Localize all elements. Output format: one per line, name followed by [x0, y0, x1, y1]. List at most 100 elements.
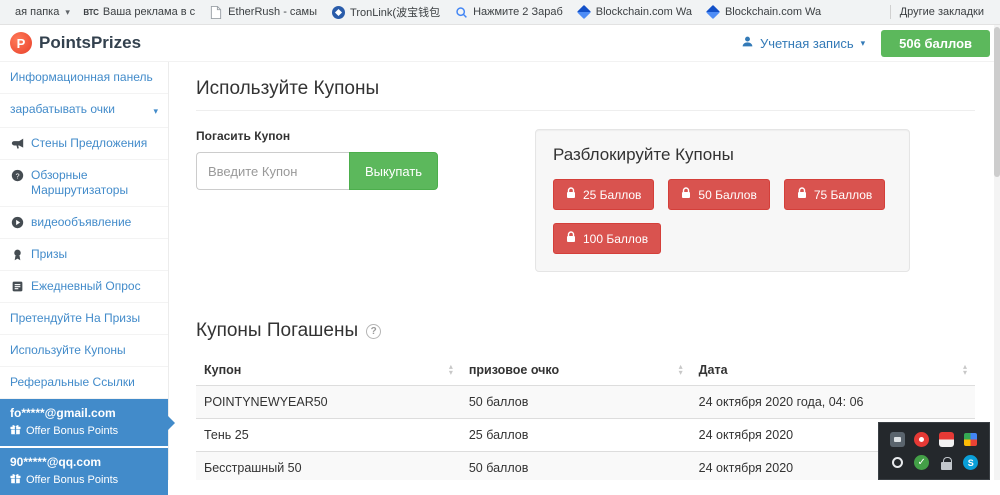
points-balance-badge[interactable]: 506 баллов: [881, 30, 990, 57]
help-icon[interactable]: ?: [366, 324, 381, 339]
bookmark-item[interactable]: Blockchain.com Wa: [699, 3, 828, 21]
sidebar-item-label: Обзорные Маршрутизаторы: [31, 168, 158, 198]
megaphone-icon: [10, 137, 24, 150]
redeem-button[interactable]: Выкупать: [349, 152, 438, 190]
checklist-icon: [10, 280, 24, 293]
tray-lock-icon[interactable]: [939, 455, 954, 470]
main-content: Используйте Купоны Погасить Купон Выкупа…: [169, 62, 1000, 480]
blockchain-icon: [706, 5, 720, 19]
other-bookmarks-button[interactable]: Другие закладки: [877, 3, 992, 21]
divider: [196, 110, 975, 111]
bookmarks-bar: ая папка ▾ BTC Ваша реклама в с EtherRus…: [0, 0, 1000, 25]
tray-app-window-icon[interactable]: [890, 432, 905, 447]
table-header-date[interactable]: Дата: [691, 355, 975, 386]
table-row: Бесстрашный 50 50 баллов 24 октября 2020: [196, 452, 975, 481]
bookmark-item[interactable]: TronLink(波宝钱包: [324, 2, 447, 22]
tronlink-icon: [331, 5, 345, 19]
system-tray-popup: ✓ S: [878, 422, 990, 480]
search-icon: [454, 5, 468, 19]
bookmark-label: Blockchain.com Wa: [596, 6, 692, 18]
chevron-down-icon: ▾: [861, 38, 866, 49]
bookmark-item[interactable]: BTC Ваша реклама в с: [77, 3, 202, 21]
unlock-50-button[interactable]: 50 Баллов: [668, 179, 769, 210]
cell-date: 24 октября 2020 года, 04: 06: [691, 386, 975, 419]
scrollbar-thumb[interactable]: [994, 27, 1000, 177]
sidebar-item-earn-points[interactable]: зарабатывать очки ▾: [0, 94, 168, 128]
bonus-account-qq[interactable]: 90*****@qq.com Offer Bonus Points: [0, 448, 168, 495]
header-right: Учетная запись ▾ 506 баллов: [741, 30, 990, 57]
bonus-account-gmail[interactable]: fo*****@gmail.com Offer Bonus Points: [0, 399, 168, 446]
bookmark-label: Нажмите 2 Зараб: [473, 6, 563, 18]
unlock-coupons-title: Разблокируйте Купоны: [553, 145, 892, 165]
bookmark-label: TronLink(波宝钱包: [350, 4, 440, 20]
tray-messenger-icon[interactable]: S: [963, 455, 978, 470]
table-header-points[interactable]: призовое очко: [461, 355, 691, 386]
sort-icon: [449, 364, 453, 376]
sidebar-item-label: Реферальные Ссылки: [10, 375, 135, 390]
history-title-text: Купоны Погашены: [196, 320, 358, 342]
bookmark-item[interactable]: Нажмите 2 Зараб: [447, 3, 570, 21]
divider: [890, 5, 891, 19]
bookmark-item[interactable]: EtherRush - самы: [202, 3, 324, 21]
bookmark-label: ая папка: [15, 6, 59, 18]
app-body: Информационная панель зарабатывать очки …: [0, 62, 1000, 480]
cell-points: 50 баллов: [461, 386, 691, 419]
coupons-table: Купон призовое очко Дата POINTYNEWYEAR50…: [196, 355, 975, 480]
tray-app-icon[interactable]: [939, 432, 954, 447]
scrollbar[interactable]: [994, 25, 1000, 480]
sidebar-item-video-ads[interactable]: видеообъявление: [0, 207, 168, 239]
unlock-100-button[interactable]: 100 Баллов: [553, 223, 661, 254]
unlock-75-button[interactable]: 75 Баллов: [784, 179, 885, 210]
svg-text:?: ?: [15, 171, 19, 180]
brand-name: PointsPrizes: [39, 33, 141, 53]
table-row: POINTYNEWYEAR50 50 баллов 24 октября 202…: [196, 386, 975, 419]
blockchain-icon: [577, 5, 591, 19]
sidebar: Информационная панель зарабатывать очки …: [0, 62, 169, 480]
sidebar-item-prizes[interactable]: Призы: [0, 239, 168, 271]
play-circle-icon: [10, 216, 24, 229]
btc-icon: BTC: [84, 5, 98, 19]
gift-icon: [10, 424, 21, 439]
unlock-25-button[interactable]: 25 Баллов: [553, 179, 654, 210]
question-circle-icon: ?: [10, 169, 24, 182]
app-header: P PointsPrizes Учетная запись ▾ 506 балл…: [0, 25, 1000, 62]
account-email: fo*****@gmail.com: [10, 406, 158, 420]
coupon-input[interactable]: [196, 152, 349, 190]
cell-coupon: POINTYNEWYEAR50: [196, 386, 461, 419]
cell-coupon: Тень 25: [196, 419, 461, 452]
sidebar-item-label: Используйте Купоны: [10, 343, 126, 358]
tray-record-icon[interactable]: [914, 432, 929, 447]
bookmark-item[interactable]: Blockchain.com Wa: [570, 3, 699, 21]
chevron-down-icon: ▾: [65, 7, 70, 18]
sidebar-item-label: Претендуйте На Призы: [10, 311, 140, 326]
table-header-row: Купон призовое очко Дата: [196, 355, 975, 386]
table-header-coupon[interactable]: Купон: [196, 355, 461, 386]
sidebar-item-dashboard[interactable]: Информационная панель: [0, 62, 168, 94]
brand-logo-link[interactable]: P PointsPrizes: [10, 32, 141, 54]
sidebar-item-claim-prizes[interactable]: Претендуйте На Призы: [0, 303, 168, 335]
sidebar-item-daily-poll[interactable]: Ежедневный Опрос: [0, 271, 168, 303]
document-icon: [209, 5, 223, 19]
sidebar-item-label: видеообъявление: [31, 215, 131, 230]
unlock-coupons-panel: Разблокируйте Купоны 25 Баллов 50 Баллов: [535, 129, 910, 272]
redeem-coupon-label: Погасить Купон: [196, 129, 535, 143]
tray-color-grid-icon[interactable]: [963, 432, 978, 447]
header-label: Дата: [699, 363, 728, 377]
person-icon: [741, 35, 754, 51]
header-label: Купон: [204, 363, 241, 377]
unlock-button-label: 75 Баллов: [814, 188, 872, 202]
sidebar-item-label: Стены Предложения: [31, 136, 147, 151]
bookmark-folder[interactable]: ая папка ▾: [8, 4, 77, 20]
sidebar-item-offer-walls[interactable]: Стены Предложения: [0, 128, 168, 160]
lock-icon: [566, 187, 576, 202]
chevron-down-icon: ▾: [153, 102, 158, 119]
sidebar-item-referral-links[interactable]: Реферальные Ссылки: [0, 367, 168, 399]
account-label: Учетная запись: [760, 36, 854, 51]
page-title: Используйте Купоны: [196, 78, 975, 100]
account-menu[interactable]: Учетная запись ▾: [741, 35, 865, 51]
sidebar-item-survey-routers[interactable]: ? Обзорные Маршрутизаторы: [0, 160, 168, 207]
tray-ring-icon[interactable]: [890, 455, 905, 470]
gift-icon: [10, 473, 21, 488]
sidebar-item-use-coupons[interactable]: Используйте Купоны: [0, 335, 168, 367]
tray-antivirus-check-icon[interactable]: ✓: [914, 455, 929, 470]
